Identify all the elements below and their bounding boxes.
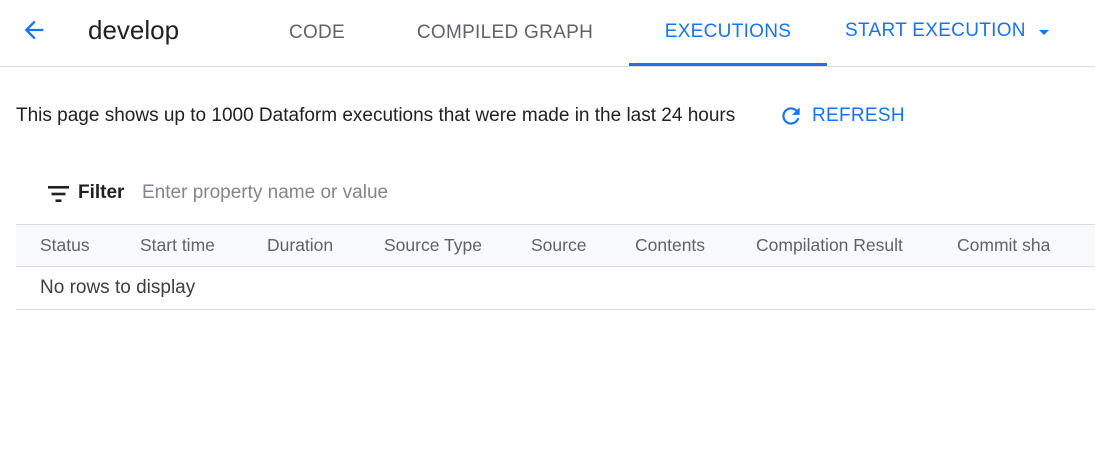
refresh-button[interactable]: REFRESH <box>778 101 905 131</box>
refresh-label: REFRESH <box>812 105 905 126</box>
column-header-source[interactable]: Source <box>531 225 586 266</box>
column-header-status[interactable]: Status <box>40 225 90 266</box>
filter-label: Filter <box>78 182 125 203</box>
top-header: develop CODE COMPILED GRAPH EXECUTIONS S… <box>0 0 1095 67</box>
column-header-contents[interactable]: Contents <box>635 225 705 266</box>
filter-list-icon <box>48 186 69 202</box>
column-header-commit-sha[interactable]: Commit sha <box>957 225 1050 266</box>
refresh-icon <box>778 103 804 129</box>
column-header-compilation-result[interactable]: Compilation Result <box>756 225 903 266</box>
filter-bar: Filter <box>16 170 1095 216</box>
back-button[interactable] <box>18 14 50 46</box>
filter-input[interactable] <box>140 176 644 210</box>
executions-table: Status Start time Duration Source Type S… <box>16 224 1095 310</box>
caret-down-icon <box>1038 29 1049 35</box>
page-title: develop <box>88 15 180 45</box>
tab-code[interactable]: CODE <box>275 0 359 66</box>
empty-table-row: No rows to display <box>16 267 1095 310</box>
column-header-source-type[interactable]: Source Type <box>384 225 482 266</box>
start-execution-button[interactable]: START EXECUTION <box>845 0 1049 62</box>
column-header-duration[interactable]: Duration <box>267 225 333 266</box>
column-header-start-time[interactable]: Start time <box>140 225 215 266</box>
executions-info-text: This page shows up to 1000 Dataform exec… <box>16 105 736 126</box>
no-rows-message: No rows to display <box>40 277 196 298</box>
arrow-back-icon <box>24 20 44 40</box>
table-header: Status Start time Duration Source Type S… <box>16 224 1095 267</box>
start-execution-label: START EXECUTION <box>845 20 1026 41</box>
tab-compiled-graph[interactable]: COMPILED GRAPH <box>400 0 610 66</box>
tab-executions[interactable]: EXECUTIONS <box>629 0 827 66</box>
